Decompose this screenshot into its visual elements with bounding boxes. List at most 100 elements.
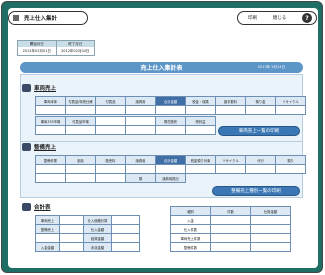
calculator-icon bbox=[22, 203, 31, 211]
totals-left-subval-1 bbox=[112, 225, 140, 234]
window-title: 売上仕入集計 bbox=[24, 16, 58, 22]
summary-date: 2013年 5月14日 bbox=[257, 65, 285, 69]
vehicle-sales-title: 車両売上 bbox=[34, 86, 57, 92]
vehicle-col-7[interactable]: 預り金 bbox=[246, 97, 276, 106]
service-col-6[interactable]: リサイクル bbox=[216, 156, 246, 165]
vehicle-row2-col-0[interactable]: 車両333市場 bbox=[36, 117, 66, 126]
vehicle-value-5 bbox=[186, 106, 216, 115]
service-value-6 bbox=[216, 165, 246, 174]
totals-left-sub-2: 経費金額 bbox=[84, 234, 112, 243]
window-title-bar: 売上仕入集計 bbox=[8, 11, 88, 25]
totals-left-label-3: 入金金額 bbox=[36, 243, 60, 252]
totals-right-count-0 bbox=[211, 216, 251, 225]
summary-header: 売上仕入集計表 2013年 5月14日 bbox=[20, 62, 303, 73]
totals-right-amount-0 bbox=[251, 216, 291, 225]
service-value-8 bbox=[276, 165, 306, 174]
totals-left-subval-3 bbox=[112, 243, 140, 252]
totals-left-value-0 bbox=[60, 216, 84, 225]
totals-left-sub-0: 仕入価格計算 bbox=[84, 216, 112, 225]
totals-left-sub-1: 仕入金額 bbox=[84, 225, 112, 234]
vehicle-row2-col-4[interactable]: 現在販売 bbox=[156, 117, 186, 126]
totals-title: 合計表 bbox=[34, 205, 51, 211]
close-button[interactable]: 閉じる bbox=[273, 15, 287, 21]
totals-left-grid: 車両売上 仕入価格計算 整備売上 仕入金額 経費金額 入金金額 未収金額 bbox=[35, 215, 140, 252]
vehicle-value-2 bbox=[96, 106, 126, 115]
vehicle-row2-col-3 bbox=[126, 117, 156, 126]
vehicle-value-8 bbox=[276, 106, 306, 115]
vehicle-value-7 bbox=[246, 106, 276, 115]
print-button[interactable]: 印刷 bbox=[248, 15, 257, 21]
totals-left-label-0: 車両売上 bbox=[36, 216, 60, 225]
vehicle-row2-value-1 bbox=[66, 126, 96, 135]
vehicle-sales-print-button[interactable]: 車両売上一覧の印刷 bbox=[218, 126, 300, 136]
vehicle-value-6 bbox=[216, 106, 246, 115]
totals-section: 合計表 bbox=[22, 203, 51, 211]
vehicle-value-1 bbox=[66, 106, 96, 115]
wrench-icon bbox=[22, 143, 31, 151]
totals-left-subval-0 bbox=[112, 216, 140, 225]
vehicle-col-5[interactable]: 税金・保険 bbox=[186, 97, 216, 106]
service-sales-print-button[interactable]: 整備売上種別一覧の印刷 bbox=[212, 186, 300, 196]
vehicle-sales-header-grid: 車両本体 付属品/特別仕様 付属品 諸費用 合計金額 税金・保険 諸手数料 預り… bbox=[35, 96, 306, 115]
totals-right-count-2 bbox=[211, 234, 251, 243]
vehicle-icon bbox=[22, 84, 31, 92]
service-row2-col-1 bbox=[66, 174, 96, 183]
service-col-0[interactable]: 整備作業 bbox=[36, 156, 66, 165]
vehicle-col-4[interactable]: 合計金額 bbox=[156, 97, 186, 106]
totals-left-value-3 bbox=[60, 243, 84, 252]
totals-right-row-2: 車両売上件数 bbox=[171, 234, 211, 243]
service-row2-col-4[interactable]: 諸費用提出 bbox=[156, 174, 186, 183]
service-sales-section: 整備売上 bbox=[22, 143, 56, 151]
totals-right-count-3 bbox=[211, 243, 251, 252]
help-icon[interactable]: ? bbox=[302, 13, 312, 23]
start-date-value[interactable]: 2012年03月01日 bbox=[18, 47, 57, 55]
vehicle-col-6[interactable]: 諸手数料 bbox=[216, 97, 246, 106]
period-box: 開始月日 終了月日 2012年03月01日 2012年02月04日 bbox=[17, 40, 95, 56]
totals-right-header-1: 件数 bbox=[211, 207, 251, 216]
vehicle-col-3[interactable]: 諸費用 bbox=[126, 97, 156, 106]
vehicle-col-0[interactable]: 車両本体 bbox=[36, 97, 66, 106]
service-col-4[interactable]: 合計金額 bbox=[156, 156, 186, 165]
service-col-5[interactable]: 税金預り対象 bbox=[186, 156, 216, 165]
vehicle-row2-col-5[interactable]: 残利益 bbox=[186, 117, 216, 126]
totals-right-amount-1 bbox=[251, 225, 291, 234]
service-sales-header-grid: 整備作業 部品 販売料 諸費用 合計金額 税金預り対象 リサイクル 代行 預り bbox=[35, 155, 306, 174]
vehicle-row2-col-1[interactable]: 付属品市場 bbox=[66, 117, 96, 126]
service-row2-col-3[interactable]: 預 bbox=[126, 174, 156, 183]
service-col-1[interactable]: 部品 bbox=[66, 156, 96, 165]
end-date-value[interactable]: 2012年02月04日 bbox=[57, 47, 95, 55]
vehicle-row2-col-2 bbox=[96, 117, 126, 126]
totals-left-label-2 bbox=[36, 234, 60, 243]
service-row2-col-0 bbox=[36, 174, 66, 183]
totals-right-row-3: 整備件数 bbox=[171, 243, 211, 252]
window-icon bbox=[13, 15, 19, 21]
totals-right-header-2: 仕掛金額 bbox=[251, 207, 291, 216]
vehicle-sales-section: 車両売上 bbox=[22, 84, 56, 92]
vehicle-row2-value-5 bbox=[186, 126, 216, 135]
totals-right-row-1: 仕入件数 bbox=[171, 225, 211, 234]
vehicle-value-3 bbox=[126, 106, 156, 115]
service-col-7[interactable]: 代行 bbox=[246, 156, 276, 165]
vehicle-col-8[interactable]: リサイクル bbox=[276, 97, 306, 106]
totals-left-subval-2 bbox=[112, 234, 140, 243]
service-sales-row2-grid: 預 諸費用提出 bbox=[35, 173, 186, 183]
service-sales-title: 整備売上 bbox=[34, 145, 57, 151]
totals-right-row-0: 入金 bbox=[171, 216, 211, 225]
service-value-7 bbox=[246, 165, 276, 174]
service-row2-col-2 bbox=[96, 174, 126, 183]
vehicle-row2-value-0 bbox=[36, 126, 66, 135]
service-col-8[interactable]: 預り bbox=[276, 156, 306, 165]
vehicle-col-1[interactable]: 付属品/特別仕様 bbox=[66, 97, 96, 106]
totals-left-label-1: 整備売上 bbox=[36, 225, 60, 234]
service-col-2[interactable]: 販売料 bbox=[96, 156, 126, 165]
service-value-5 bbox=[186, 165, 216, 174]
totals-right-amount-3 bbox=[251, 243, 291, 252]
totals-left-value-2 bbox=[60, 234, 84, 243]
vehicle-col-2[interactable]: 付属品 bbox=[96, 97, 126, 106]
totals-left-value-1 bbox=[60, 225, 84, 234]
vehicle-value-0 bbox=[36, 106, 66, 115]
totals-right-amount-2 bbox=[251, 234, 291, 243]
service-col-3[interactable]: 諸費用 bbox=[126, 156, 156, 165]
vehicle-row2-value-3 bbox=[126, 126, 156, 135]
totals-right-header-0: 種別 bbox=[171, 207, 211, 216]
